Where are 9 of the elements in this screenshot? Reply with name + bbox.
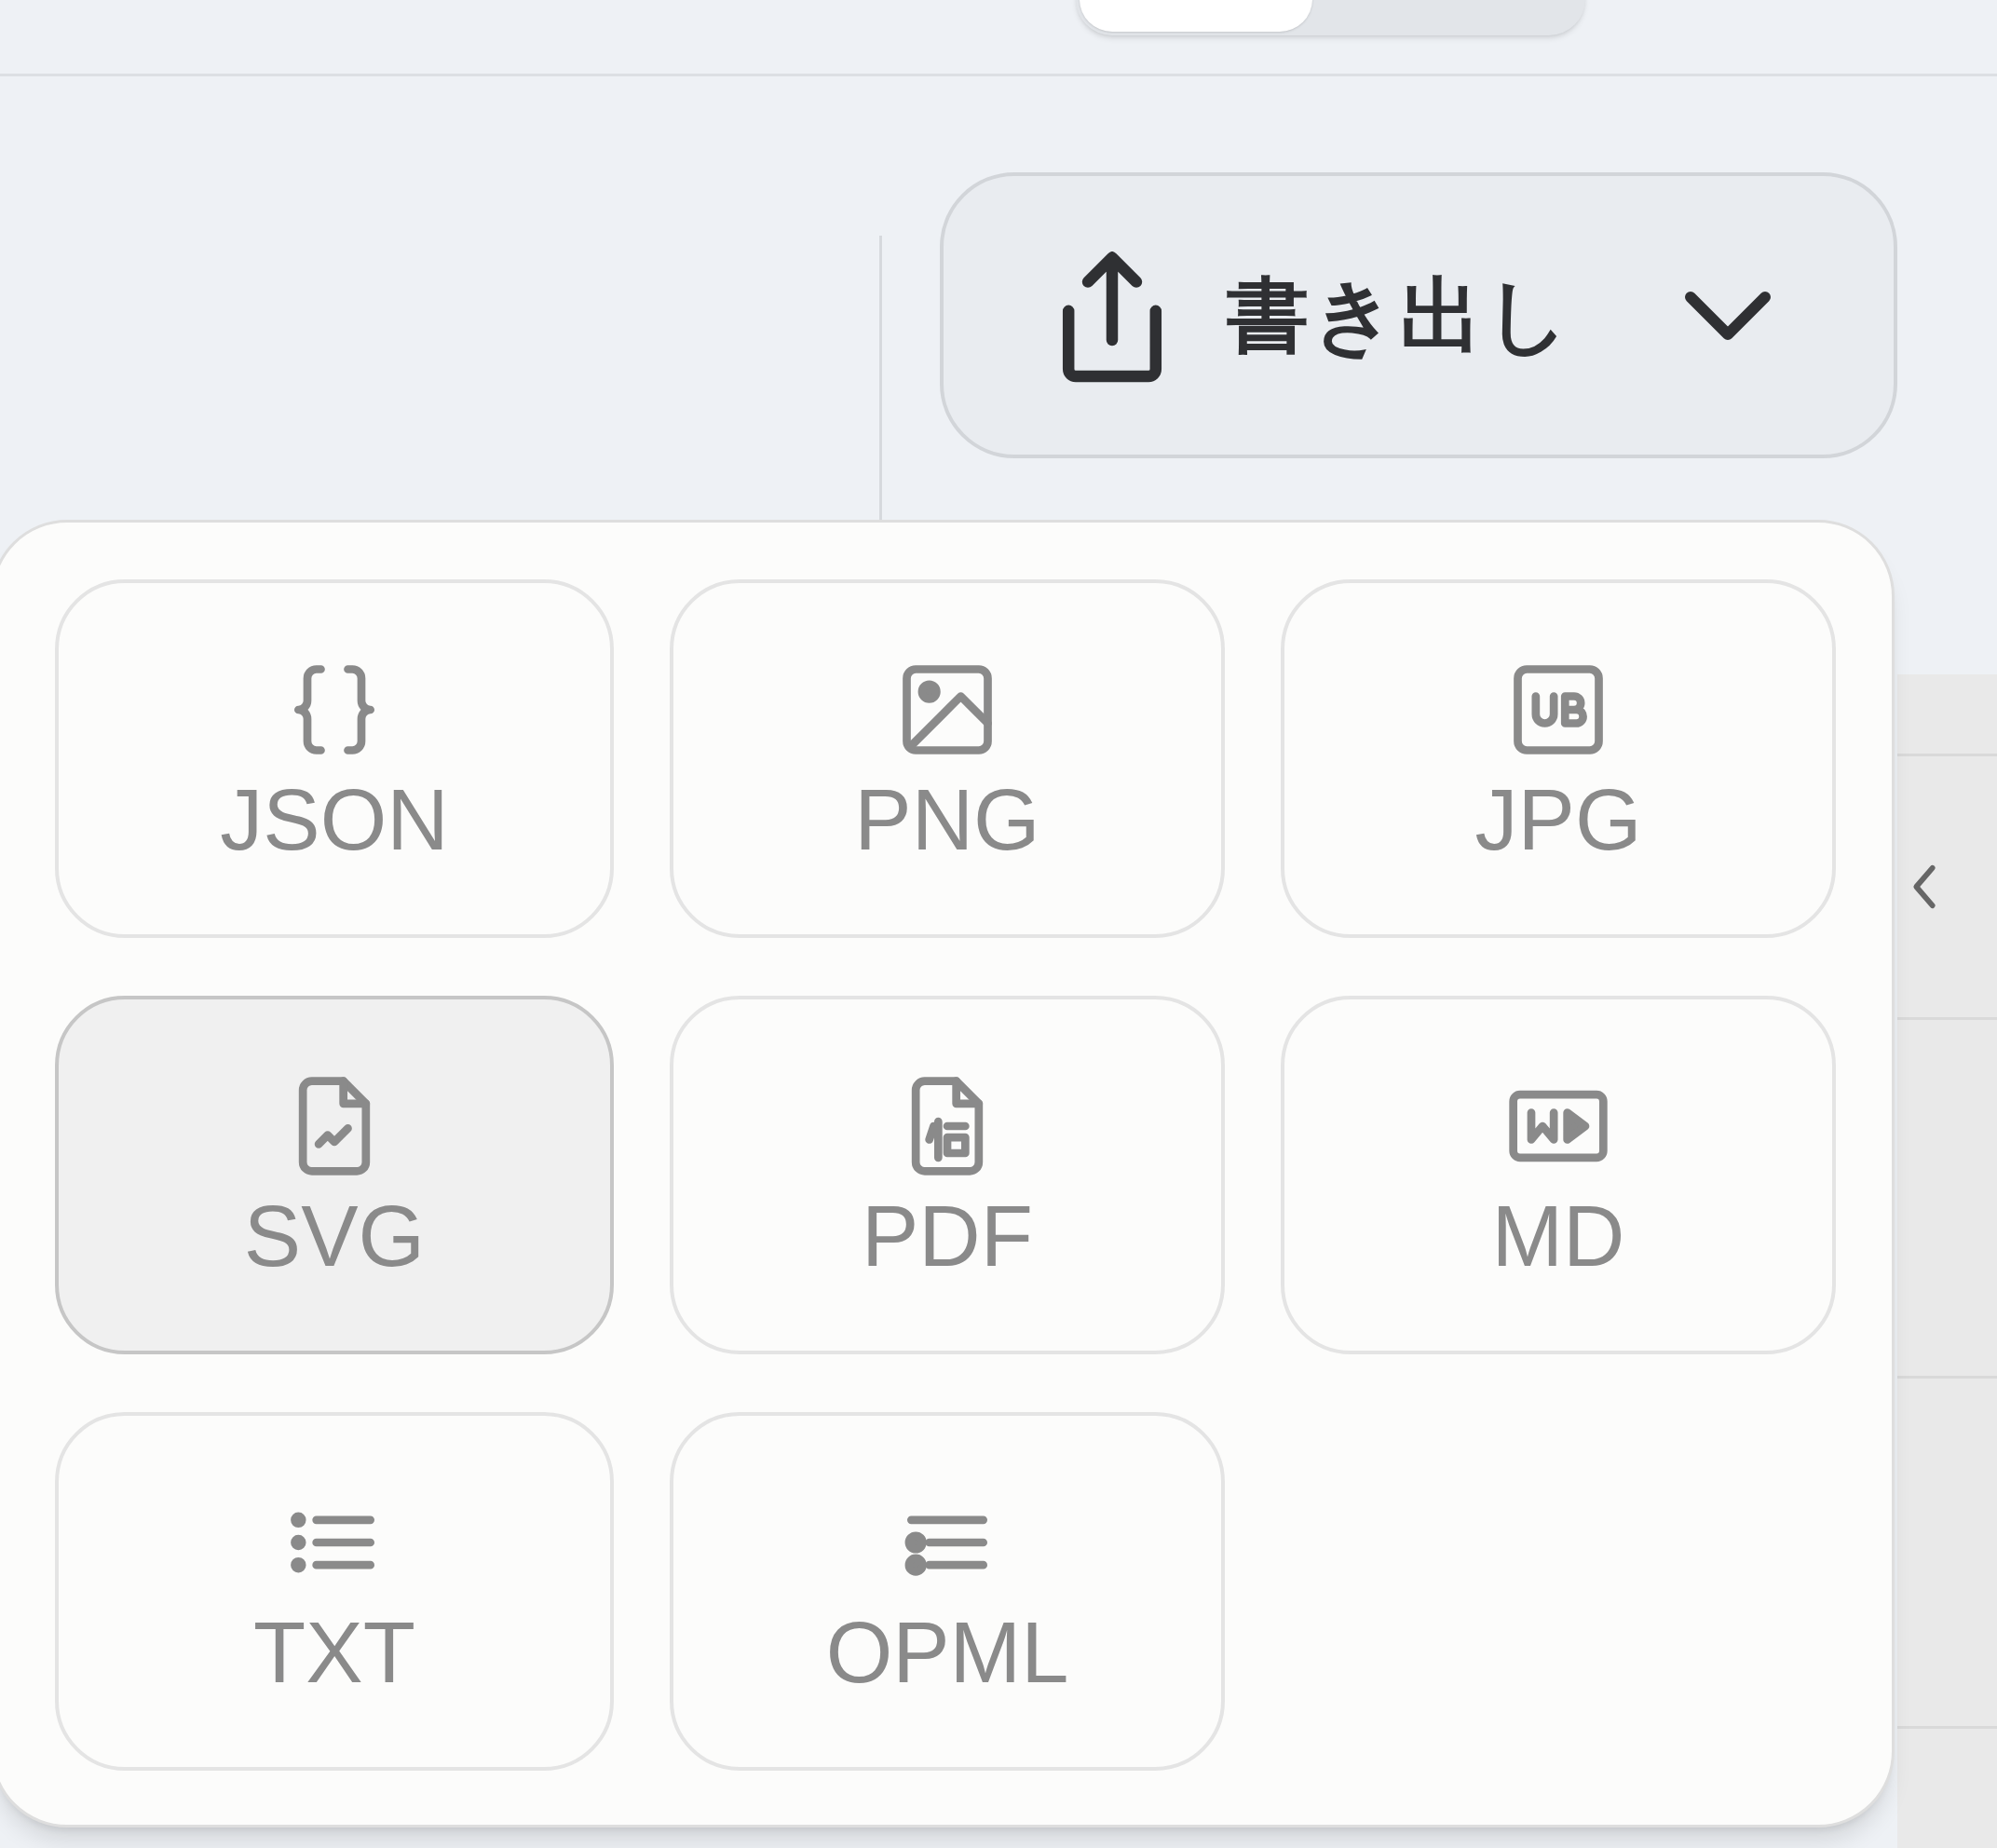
format-option[interactable]: PNG — [670, 579, 1225, 938]
format-option[interactable]: JSON — [55, 579, 614, 938]
format-option[interactable]: MD — [1281, 996, 1836, 1354]
format-option[interactable]: JPG — [1281, 579, 1836, 938]
format-option[interactable]: OPML — [670, 1412, 1225, 1771]
export-button[interactable]: 書き出し — [940, 172, 1897, 458]
format-option[interactable]: SVG — [55, 996, 614, 1354]
format-option[interactable]: PDF — [670, 996, 1225, 1354]
format-option[interactable]: TXT — [55, 1412, 614, 1771]
